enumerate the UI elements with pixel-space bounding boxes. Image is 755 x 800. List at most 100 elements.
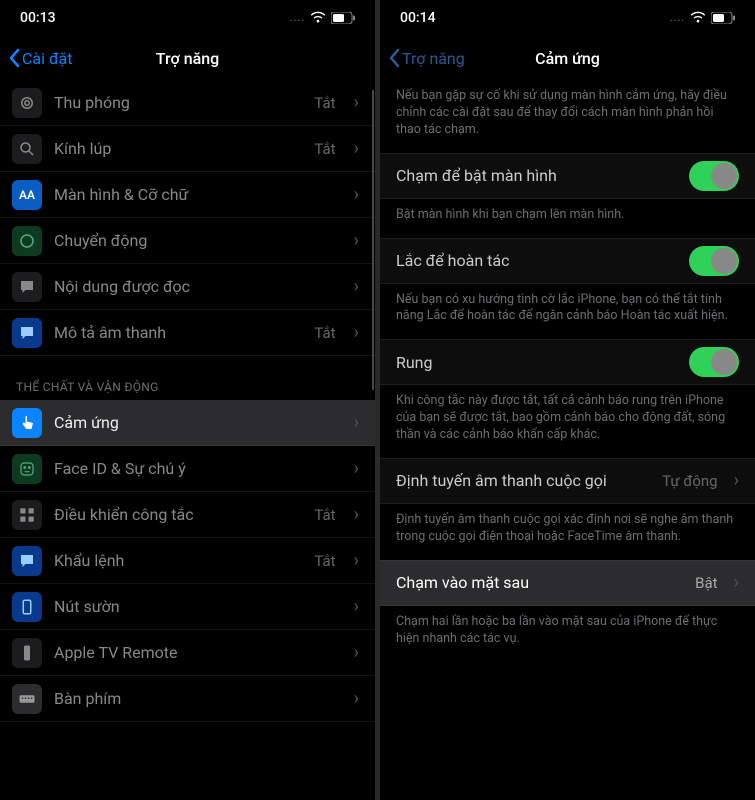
row-touch[interactable]: Cảm ứng › [0,400,375,446]
row-label: Chạm vào mặt sau [396,573,685,592]
chevron-right-icon: › [354,412,359,433]
remote-icon [12,638,42,668]
status-bar: 00:13 .... [0,0,375,36]
keyboard-icon [12,684,42,714]
chevron-right-icon: › [354,184,359,205]
row-label: Định tuyến âm thanh cuộc gọi [396,471,652,490]
clock: 00:13 [20,10,56,26]
row-value: Tự động [662,472,717,490]
row-label: Chạm để bật màn hình [396,166,679,185]
clock: 00:14 [400,10,436,26]
switch-control-icon [12,500,42,530]
row-label: Nội dung được đọc [54,277,342,296]
wifi-icon [309,9,327,27]
row-label: Chuyển động [54,231,342,250]
chevron-right-icon: › [354,688,359,709]
battery-icon [711,12,735,24]
status-right: .... [670,9,735,27]
side-button-icon [12,592,42,622]
vibration-desc: Khi công tắc này được tắt, tất cả cảnh b… [380,385,755,458]
page-title: Cảm ứng [535,49,600,68]
chevron-right-icon: › [354,504,359,525]
row-label: Điều khiển công tắc [54,505,302,524]
row-call-audio-routing[interactable]: Định tuyến âm thanh cuộc gọi Tự động › [380,458,755,504]
zoom-icon [12,88,42,118]
row-voice-control[interactable]: Khẩu lệnh Tắt › [0,538,375,584]
row-tap-to-wake[interactable]: Chạm để bật màn hình [380,153,755,199]
row-magnifier[interactable]: Kính lúp Tắt › [0,126,375,172]
route-desc: Định tuyến âm thanh cuộc gọi xác định nơ… [380,504,755,560]
wifi-icon [689,9,707,27]
chevron-right-icon: › [354,138,359,159]
chevron-right-icon: › [354,276,359,297]
row-label: Màn hình & Cỡ chữ [54,185,342,204]
row-side-button[interactable]: Nút sườn › [0,584,375,630]
page-title: Trợ năng [156,49,219,68]
scrollbar[interactable] [372,90,375,390]
back-label: Trợ năng [402,49,465,68]
magnifier-icon [12,134,42,164]
toggle-tap-to-wake[interactable] [689,161,739,191]
left-screen: 00:13 .... Cài đặt Trợ năng Thu phóng Tắ… [0,0,375,800]
cell-signal-icon: .... [670,13,685,24]
row-faceid[interactable]: Face ID & Sự chú ý › [0,446,375,492]
intro-text: Nếu bạn gặp sự cố khi sử dụng màn hình c… [380,80,755,153]
section-header-physical: THỂ CHẤT VÀ VẬN ĐỘNG [0,356,375,400]
row-label: Face ID & Sự chú ý [54,459,342,478]
nav-bar: Trợ năng Cảm ứng [380,36,755,80]
row-label: Kính lúp [54,139,302,158]
chevron-right-icon: › [354,550,359,571]
battery-icon [331,12,355,24]
row-label: Cảm ứng [54,413,342,432]
row-label: Nút sườn [54,597,342,616]
status-bar: 00:14 .... [380,0,755,36]
right-screen: 00:14 .... Trợ năng Cảm ứng Nếu bạn gặp … [380,0,755,800]
touch-icon [12,408,42,438]
chevron-right-icon: › [354,642,359,663]
motion-icon [12,226,42,256]
chevron-right-icon: › [354,596,359,617]
status-right: .... [290,9,355,27]
chevron-right-icon: › [354,458,359,479]
row-switch-control[interactable]: Điều khiển công tắc Tắt › [0,492,375,538]
text-size-icon: AA [12,180,42,210]
chevron-right-icon: › [734,572,739,593]
back-button[interactable]: Trợ năng [388,48,465,68]
backtap-desc: Chạm hai lần hoặc ba lần vào mặt sau của… [380,606,755,662]
row-label: Mô tả âm thanh [54,323,302,342]
toggle-shake-undo[interactable] [689,246,739,276]
row-label: Apple TV Remote [54,643,342,662]
row-label: Bàn phím [54,689,342,708]
shake-desc: Nếu bạn có xu hướng tình cờ lắc iPhone, … [380,284,755,340]
row-back-tap[interactable]: Chạm vào mặt sau Bật › [380,560,755,606]
chevron-right-icon: › [354,230,359,251]
row-shake-undo[interactable]: Lắc để hoàn tác [380,238,755,284]
row-value: Tắt [314,324,335,342]
row-label: Khẩu lệnh [54,551,302,570]
cell-signal-icon: .... [290,13,305,24]
chevron-left-icon [388,48,400,68]
row-value: Tắt [314,552,335,570]
row-display-text[interactable]: AA Màn hình & Cỡ chữ › [0,172,375,218]
chevron-left-icon [8,48,20,68]
row-audio-desc[interactable]: Mô tả âm thanh Tắt › [0,310,375,356]
row-apple-tv[interactable]: Apple TV Remote › [0,630,375,676]
back-button[interactable]: Cài đặt [8,48,72,68]
row-label: Lắc để hoàn tác [396,251,679,270]
row-zoom[interactable]: Thu phóng Tắt › [0,80,375,126]
settings-list: Thu phóng Tắt › Kính lúp Tắt › AA Màn hì… [0,80,375,800]
row-value: Bật [695,574,717,592]
toggle-vibration[interactable] [689,347,739,377]
face-icon [12,454,42,484]
row-label: Thu phóng [54,93,302,112]
back-label: Cài đặt [22,49,72,68]
row-label: Rung [396,353,679,372]
row-motion[interactable]: Chuyển động › [0,218,375,264]
speech-bubble-icon [12,272,42,302]
row-spoken-content[interactable]: Nội dung được đọc › [0,264,375,310]
tap-wake-desc: Bật màn hình khi bạn chạm lên màn hình. [380,199,755,238]
touch-settings: Nếu bạn gặp sự cố khi sử dụng màn hình c… [380,80,755,800]
row-keyboard[interactable]: Bàn phím › [0,676,375,722]
row-vibration[interactable]: Rung [380,339,755,385]
row-value: Tắt [314,140,335,158]
